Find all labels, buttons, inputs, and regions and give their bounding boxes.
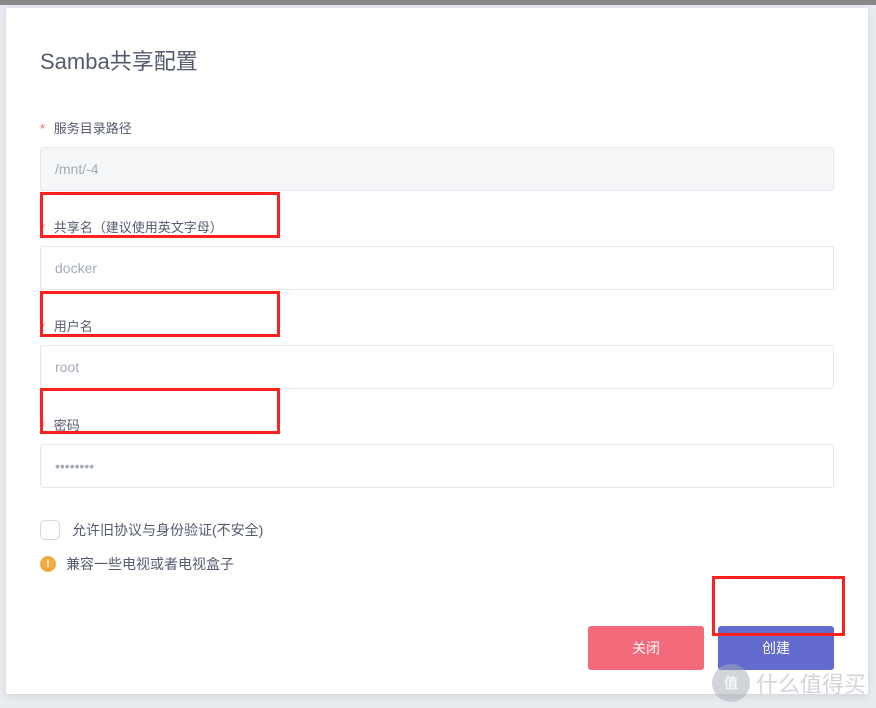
compat-info-row: ! 兼容一些电视或者电视盒子 [40, 554, 834, 574]
required-indicator: * [40, 220, 45, 235]
required-indicator: * [40, 418, 45, 433]
info-icon: ! [40, 556, 56, 572]
field-sharename-group: * 共享名（建议使用英文字母） [40, 217, 834, 290]
field-username-group: * 用户名 [40, 316, 834, 389]
field-password-group: * 密码 [40, 415, 834, 488]
dialog-footer: 关闭 创建 [40, 602, 834, 670]
username-label: * 用户名 [40, 316, 834, 335]
username-input[interactable] [40, 345, 834, 389]
create-button[interactable]: 创建 [718, 626, 834, 670]
sharename-input[interactable] [40, 246, 834, 290]
dialog-title: Samba共享配置 [40, 44, 834, 76]
path-label: * 服务目录路径 [40, 118, 834, 137]
allow-legacy-label: 允许旧协议与身份验证(不安全) [72, 520, 263, 540]
field-path-group: * 服务目录路径 [40, 118, 834, 191]
password-input[interactable] [40, 444, 834, 488]
password-label: * 密码 [40, 415, 834, 434]
allow-legacy-checkbox[interactable] [40, 520, 60, 540]
sharename-label: * 共享名（建议使用英文字母） [40, 217, 834, 236]
path-input [40, 147, 834, 191]
required-indicator: * [40, 319, 45, 334]
samba-config-dialog: Samba共享配置 * 服务目录路径 * 共享名（建议使用英文字母） * 用户名… [6, 8, 868, 694]
compat-info-text: 兼容一些电视或者电视盒子 [66, 554, 234, 574]
required-indicator: * [40, 121, 45, 136]
allow-legacy-row: 允许旧协议与身份验证(不安全) [40, 520, 834, 540]
close-button[interactable]: 关闭 [588, 626, 704, 670]
